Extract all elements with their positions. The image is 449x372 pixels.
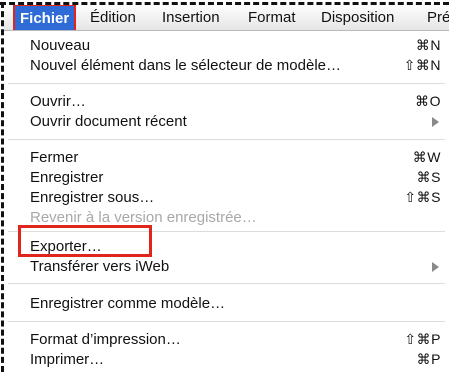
menu-item-label: Imprimer…	[30, 350, 105, 368]
menu-separator	[8, 139, 445, 140]
shortcut-label: ⌘N	[415, 36, 441, 53]
submenu-arrow-icon	[432, 117, 439, 127]
menu-item-enregistrer-sous[interactable]: Enregistrer sous… ⇧⌘S	[4, 187, 449, 207]
submenu-arrow-icon	[432, 262, 439, 272]
shortcut-label: ⌘P	[416, 350, 441, 367]
exporter-highlight-annotation	[18, 225, 152, 257]
menu-format[interactable]: Format	[248, 9, 296, 26]
dashed-border-left	[1, 2, 4, 372]
shortcut-label: ⇧⌘S	[404, 188, 441, 205]
menu-item-label: Ouvrir document récent	[30, 112, 187, 130]
menu-item-label: Enregistrer sous…	[30, 188, 155, 206]
menu-item-label: Enregistrer comme modèle…	[30, 294, 226, 312]
menu-item-transferer-iweb[interactable]: Transférer vers iWeb	[4, 256, 449, 276]
menu-item-label: Enregistrer	[30, 168, 104, 186]
menu-item-format-impression[interactable]: Format d’impression… ⇧⌘P	[4, 329, 449, 349]
menu-item-label: Fermer	[30, 148, 79, 166]
menu-item-fermer[interactable]: Fermer ⌘W	[4, 147, 449, 167]
shortcut-label: ⌘O	[415, 92, 441, 109]
menu-item-label: Nouveau	[30, 36, 91, 54]
shortcut-label: ⌘W	[412, 148, 441, 165]
menu-item-nouveau[interactable]: Nouveau ⌘N	[4, 35, 449, 55]
menu-item-enregistrer[interactable]: Enregistrer ⌘S	[4, 167, 449, 187]
screenshot-frame: Fichier Édition Insertion Format Disposi…	[0, 0, 449, 372]
dashed-border-top	[0, 2, 449, 5]
shortcut-label: ⇧⌘N	[403, 56, 441, 73]
menu-item-label: Nouvel élément dans le sélecteur de modè…	[30, 56, 342, 74]
menu-separator	[8, 83, 445, 84]
menu-item-enregistrer-modele[interactable]: Enregistrer comme modèle…	[4, 293, 449, 313]
menu-insertion[interactable]: Insertion	[162, 9, 220, 26]
menu-item-label: Transférer vers iWeb	[30, 257, 170, 275]
menu-item-label: Ouvrir…	[30, 92, 86, 110]
menu-edition[interactable]: Édition	[90, 9, 136, 26]
menu-item-label: Format d’impression…	[30, 330, 181, 348]
menu-presentation[interactable]: Prés	[427, 9, 449, 26]
menu-item-ouvrir[interactable]: Ouvrir… ⌘O	[4, 91, 449, 111]
menu-separator	[8, 283, 445, 284]
menu-item-nouvel-element[interactable]: Nouvel élément dans le sélecteur de modè…	[4, 55, 449, 75]
menu-item-revenir-version: Revenir à la version enregistrée…	[4, 207, 449, 227]
menu-fichier[interactable]: Fichier	[12, 5, 77, 30]
menu-separator	[8, 321, 445, 322]
menu-disposition[interactable]: Disposition	[321, 9, 394, 26]
fichier-dropdown-menu: Nouveau ⌘N Nouvel élément dans le sélect…	[4, 31, 449, 372]
menu-item-label: Revenir à la version enregistrée…	[30, 208, 257, 226]
shortcut-label: ⇧⌘P	[404, 330, 441, 347]
menu-item-ouvrir-document-recent[interactable]: Ouvrir document récent	[4, 111, 449, 131]
menu-bar: Fichier Édition Insertion Format Disposi…	[4, 5, 449, 31]
shortcut-label: ⌘S	[416, 168, 441, 185]
menu-item-imprimer[interactable]: Imprimer… ⌘P	[4, 349, 449, 369]
